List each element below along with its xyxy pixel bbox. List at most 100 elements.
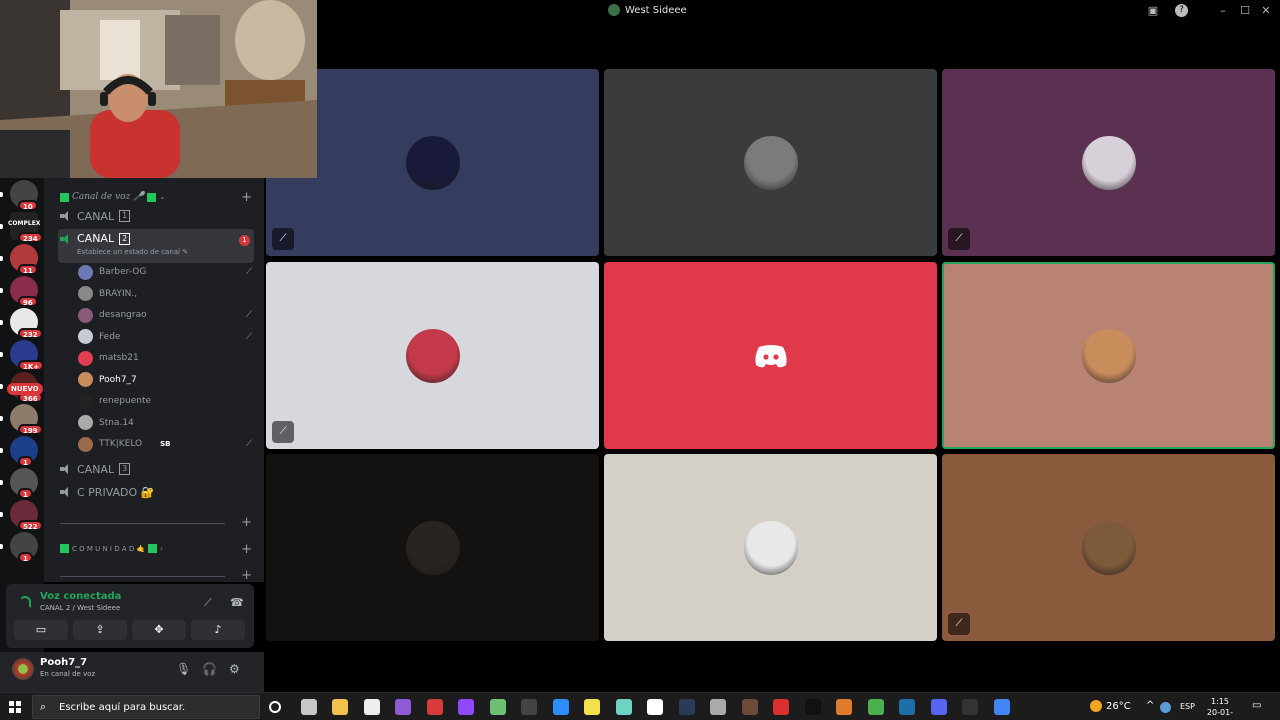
minecraft-icon[interactable] [867, 699, 884, 715]
participant-tile[interactable] [604, 69, 937, 256]
language-indicator[interactable]: ESP [1180, 702, 1195, 711]
username[interactable]: Pooh7_7 [40, 657, 87, 668]
participant-tile[interactable]: ⟋ [266, 262, 599, 449]
app-green-icon[interactable] [489, 699, 506, 715]
member-name: TTK|KELO [99, 439, 143, 449]
channel-status-prompt[interactable]: Establece un estado de canal ✎ [77, 248, 188, 256]
member-name: Stna.14 [99, 417, 134, 428]
voice-connected-label[interactable]: Voz conectada [40, 591, 121, 602]
tiktok-icon[interactable] [804, 699, 821, 715]
unread-indicator [0, 384, 3, 389]
headphones-icon[interactable]: 🎧 [202, 662, 217, 676]
zoom-icon[interactable] [552, 699, 569, 715]
calculator-icon[interactable] [521, 699, 537, 715]
mic-muted-icon: ⟋ [245, 310, 252, 320]
voice-member[interactable]: matsb21 [78, 348, 258, 368]
add-channel-button[interactable]: + [241, 515, 252, 530]
voice-member[interactable]: renepuente [78, 391, 258, 411]
soundboard-button[interactable]: ♪ [191, 620, 245, 640]
server-badge: 234 [18, 232, 43, 243]
channel-c-privado[interactable]: C PRIVADO 🔐 [58, 482, 254, 502]
server-badge: 522 [18, 520, 43, 531]
category-community-label: C O M U N I D A D 🤙 [72, 544, 146, 553]
avatar[interactable] [12, 658, 34, 680]
settings-app-icon[interactable] [710, 699, 726, 715]
noise-suppression-icon[interactable]: ⟋ [204, 596, 212, 610]
participant-tile[interactable] [266, 454, 599, 641]
voice-member[interactable]: BRAYIN., [78, 284, 258, 304]
voice-member[interactable]: TTK|KELO SB ⟋ [78, 434, 258, 454]
steam-icon[interactable] [899, 699, 915, 715]
inbox-icon[interactable]: ▣ [1145, 3, 1161, 19]
minimize-button[interactable]: – [1215, 3, 1231, 19]
microphone-icon[interactable]: 🎙 [176, 662, 191, 676]
search-icon: ⌕ [40, 700, 47, 713]
temperature: 26°C [1106, 700, 1131, 712]
copilot-icon[interactable] [395, 699, 411, 715]
windows-start-icon[interactable] [9, 701, 21, 713]
twitch-icon[interactable] [458, 699, 474, 715]
taskbar-search-input[interactable]: ⌕ Escribe aquí para buscar. [32, 695, 260, 719]
voice-stage: ⟋ ⟋ ⟋ ⟋ [264, 22, 1280, 692]
voice-member[interactable]: Barber-OG ⟋ [78, 262, 258, 282]
notepad-icon[interactable] [363, 699, 380, 715]
widgets-icon[interactable] [300, 699, 317, 715]
add-channel-button[interactable]: + [241, 568, 252, 582]
obs-icon[interactable] [962, 699, 978, 715]
window-title: West Sideee [608, 4, 687, 16]
sticky-notes-icon[interactable] [584, 699, 600, 715]
camera-toggle-button[interactable]: ▭ [14, 620, 68, 640]
chrome-icon[interactable] [993, 699, 1010, 715]
help-icon[interactable]: ? [1175, 4, 1188, 17]
voice-member[interactable]: Fede ⟋ [78, 327, 258, 347]
participant-tile[interactable]: ⟋ [942, 69, 1275, 256]
new-badge[interactable]: NUEVO [7, 383, 43, 395]
clock-date: 20-01-2026 [1206, 708, 1234, 720]
file-explorer-icon[interactable] [332, 699, 348, 715]
opera-icon[interactable] [773, 699, 789, 715]
channel-canal-2[interactable]: CANAL 2 1 [58, 229, 254, 263]
pencil-icon: ✎ [182, 248, 189, 256]
activities-button[interactable]: ✥ [132, 620, 186, 640]
participant-tile[interactable]: ⟋ [942, 454, 1275, 641]
channel-canal-3[interactable]: CANAL 3 [58, 459, 254, 479]
avatar [78, 436, 93, 452]
app-teal-icon[interactable] [615, 699, 632, 715]
category-voice[interactable]: Canal de voz 🎤 ⌄ [60, 192, 165, 202]
channel-canal-1[interactable]: CANAL 1 [58, 206, 254, 226]
discord-icon[interactable] [930, 699, 947, 715]
unread-indicator [0, 512, 3, 517]
speaker-icon [60, 211, 72, 221]
settings-icon[interactable]: ⚙ [229, 662, 240, 676]
game-icon[interactable] [741, 699, 758, 715]
disconnect-icon[interactable]: ☎ [230, 596, 244, 609]
close-button[interactable]: ✕ [1258, 3, 1274, 19]
participant-tile[interactable] [604, 454, 937, 641]
participant-tile[interactable] [942, 262, 1275, 449]
capcut-icon[interactable] [647, 699, 663, 715]
voice-member[interactable]: desangrao ⟋ [78, 305, 258, 325]
task-view-icon[interactable] [269, 701, 281, 713]
voice-member[interactable]: Stna.14 [78, 413, 258, 433]
weather-widget[interactable]: 26°C [1090, 700, 1131, 712]
discord-logo-icon [754, 344, 787, 367]
network-icon[interactable] [1160, 702, 1171, 713]
notification-icon[interactable]: ▭ [1252, 700, 1261, 711]
category-community[interactable]: C O M U N I D A D 🤙 › [60, 544, 163, 553]
unread-indicator [0, 288, 3, 293]
category-divider [60, 523, 225, 524]
voice-location[interactable]: CANAL 2 / West Sideee [40, 604, 120, 612]
window-title-text: West Sideee [625, 4, 687, 16]
category-divider [60, 576, 225, 577]
app-dark-icon[interactable] [678, 699, 695, 715]
tray-chevron-icon[interactable]: ^ [1146, 700, 1154, 711]
clock[interactable]: 1:15 20-01-2026 [1200, 696, 1240, 720]
voice-member[interactable]: Pooh7_7 [78, 370, 258, 390]
app-orange-icon[interactable] [836, 699, 852, 715]
participant-tile[interactable] [604, 262, 937, 449]
screen-share-button[interactable]: ⇪ [73, 620, 127, 640]
add-channel-button[interactable]: + [241, 542, 252, 557]
app-red-icon[interactable] [426, 699, 443, 715]
maximize-button[interactable]: ☐ [1237, 3, 1253, 19]
add-channel-button[interactable]: + [241, 190, 252, 205]
